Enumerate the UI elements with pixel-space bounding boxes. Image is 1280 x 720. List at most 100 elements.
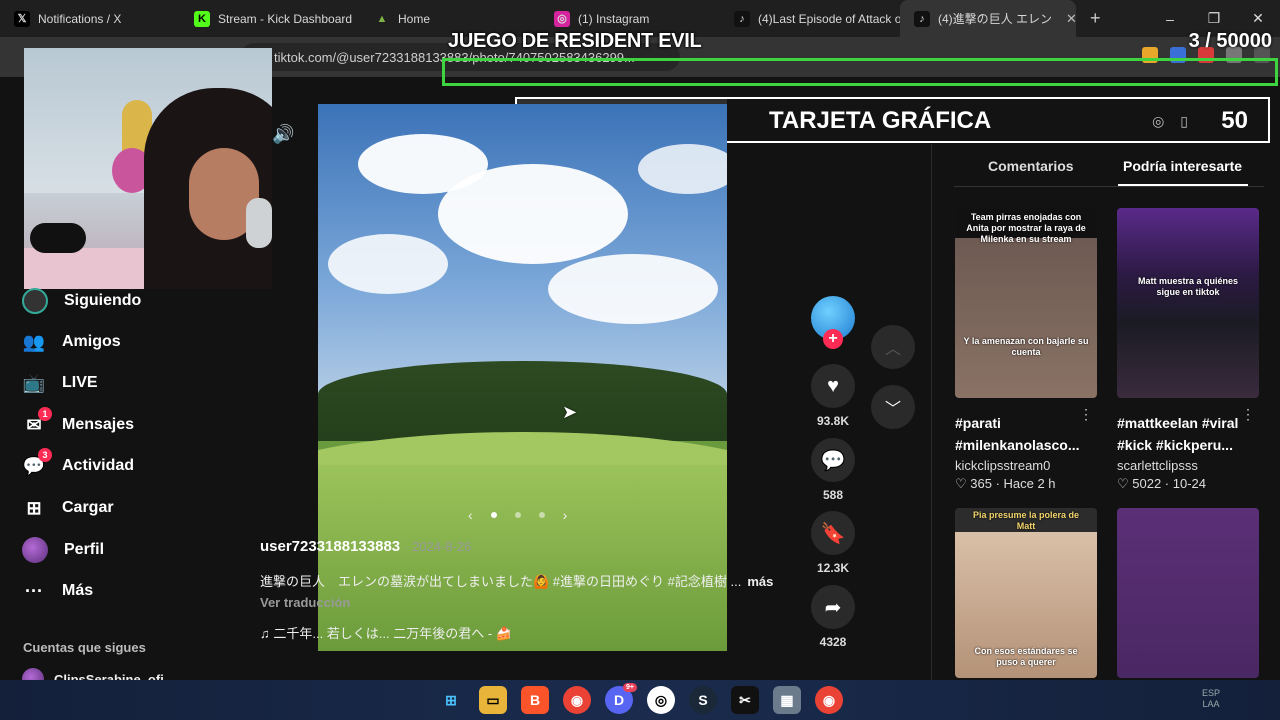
following-section-title: Cuentas que sigues	[23, 640, 146, 655]
card-username[interactable]: kickclipsstream0	[955, 458, 1097, 473]
prev-photo-icon[interactable]: ‹	[468, 507, 473, 523]
chrome-icon[interactable]: ◉	[815, 686, 843, 714]
card-username[interactable]: scarlettclipsss	[1117, 458, 1259, 473]
suggested-video-card[interactable]: Matt muestra a quiénes sigue en tiktok ⋮…	[1117, 208, 1259, 492]
suggested-video-card[interactable]: Team pirras enojadas con Anita por mostr…	[955, 208, 1097, 492]
card-title[interactable]: #mattkeelan #viral #kick #kickperu...	[1117, 412, 1259, 456]
sidebar-item-siguiendo[interactable]: Siguiendo	[22, 288, 141, 314]
carousel-controls: ‹ ›	[468, 507, 567, 523]
webcam-feed	[24, 48, 272, 289]
sidebar-item-mensajes[interactable]: ✉ 1 Mensajes	[22, 407, 135, 437]
microphone	[246, 198, 272, 248]
share-button[interactable]: ➦	[811, 585, 855, 629]
tab-label: (1) Instagram	[578, 11, 650, 26]
sidebar-item-actividad[interactable]: 💬 3 Actividad	[22, 448, 135, 478]
capcut-icon[interactable]: ✂	[731, 686, 759, 714]
active-tab-indicator	[1118, 184, 1248, 186]
next-photo-icon[interactable]: ›	[563, 507, 568, 523]
x-logo-icon: 𝕏	[14, 10, 30, 27]
sidebar-item-cargar[interactable]: ⊞ Cargar	[22, 496, 113, 520]
thumbnail-subtitle: Con esos estándares se puso a querer	[974, 646, 1078, 668]
cloud	[328, 234, 448, 294]
system-tray[interactable]: ESP LAA	[1202, 688, 1220, 710]
mouse-cursor-icon: ➤	[562, 402, 578, 422]
sidebar-item-label: Mensajes	[62, 416, 135, 433]
more-options-icon[interactable]: ⋮	[1241, 406, 1255, 423]
discord-icon[interactable]: D 9+	[605, 683, 637, 714]
tab-comentarios[interactable]: Comentarios	[988, 158, 1074, 174]
comment-button[interactable]: 💬	[811, 438, 855, 482]
following-avatar-icon	[22, 288, 48, 314]
sidebar-item-amigos[interactable]: 👥 Amigos	[22, 330, 121, 354]
file-explorer-icon[interactable]: ▭	[479, 686, 507, 714]
follow-plus-icon[interactable]: +	[823, 329, 843, 349]
tab-label: Notifications / X	[38, 11, 122, 26]
carousel-dot[interactable]	[514, 512, 521, 518]
tab-notifications-x[interactable]: 𝕏 Notifications / X	[0, 0, 180, 37]
thumbnail-caption: Team pirras enojadas con Anita por mostr…	[966, 212, 1086, 244]
save-button[interactable]: 🔖	[811, 511, 855, 555]
caption-more-link[interactable]: más	[747, 574, 773, 589]
obs-icon[interactable]: ◎	[647, 686, 675, 714]
video-thumbnail[interactable]: Team pirras enojadas con Anita por mostr…	[955, 208, 1097, 398]
live-icon: 📺	[22, 372, 46, 393]
like-button[interactable]: ♥	[811, 364, 855, 408]
share-icon: ➦	[824, 596, 842, 619]
close-tab-icon[interactable]: ✕	[1060, 11, 1076, 27]
suggested-video-card[interactable]: Pia presume la polera de Matt Con esos e…	[955, 508, 1097, 678]
post-author[interactable]: user7233188133883 · 2024-8-26	[260, 538, 471, 555]
video-thumbnail[interactable]: Pia presume la polera de Matt Con esos e…	[955, 508, 1097, 678]
new-tab-button[interactable]: +	[1090, 8, 1101, 29]
sidebar-item-label: Perfil	[64, 541, 105, 558]
brave-icon[interactable]: B	[521, 686, 549, 714]
suggested-video-card[interactable]	[1117, 508, 1259, 678]
sidebar-item-perfil[interactable]: Perfil	[22, 537, 104, 563]
maximize-button[interactable]: ❐	[1192, 10, 1236, 27]
minimize-button[interactable]: –	[1148, 11, 1192, 27]
carousel-dot[interactable]	[490, 512, 497, 518]
profile-avatar-icon	[22, 537, 48, 563]
previous-video-button[interactable]: ︿	[871, 325, 915, 369]
keyboard-layout: LAA	[1202, 699, 1220, 709]
next-video-button[interactable]: ﹀	[871, 385, 915, 429]
volume-icon[interactable]: 🔊	[272, 124, 294, 145]
more-options-icon[interactable]: ⋮	[1079, 406, 1093, 423]
home-leaf-icon: ▲	[376, 12, 388, 25]
post-photo[interactable]: ‹ ›	[318, 104, 727, 651]
cloud	[638, 144, 727, 194]
instagram-logo-icon: ◎	[554, 10, 570, 27]
tab-label: (4)進撃の巨人 エレン	[938, 12, 1053, 26]
calculator-icon[interactable]: ▦	[773, 686, 801, 714]
sidebar-item-label: Más	[62, 582, 94, 599]
music-link[interactable]: ♫ 二千年... 若しくは... 二万年後の君へ - 🍰	[260, 623, 512, 642]
like-count: 93.8K	[816, 414, 850, 428]
tab-label: Home	[398, 11, 431, 26]
translate-link[interactable]: Ver traducción	[260, 595, 350, 610]
post-date: · 2024-8-26	[404, 539, 472, 554]
goal-title: TARJETA GRÁFICA	[769, 107, 992, 134]
tab-tiktok-active[interactable]: ♪ (4)進撃の巨人 エレン ✕	[900, 0, 1076, 37]
steam-icon[interactable]: S	[689, 686, 717, 714]
sidebar-item-label: Actividad	[62, 457, 135, 474]
goal-icons: ◎ ▯	[1152, 113, 1188, 130]
tab-podria-interesarte[interactable]: Podría interesarte	[1123, 158, 1242, 174]
close-window-button[interactable]: ✕	[1236, 10, 1280, 27]
tab-tiktok-attack[interactable]: ♪ (4)Last Episode of Attack o	[720, 0, 900, 37]
thumbnail-caption: Matt muestra a quiénes sigue en tiktok	[1137, 276, 1239, 297]
phone-icon: ▯	[1180, 113, 1188, 129]
video-thumbnail[interactable]: Matt muestra a quiénes sigue en tiktok	[1117, 208, 1259, 398]
notification-badge: 3	[38, 448, 52, 462]
chrome-icon[interactable]: ◉	[563, 686, 591, 714]
webcam-bed	[24, 248, 154, 289]
tab-kick-dashboard[interactable]: K Stream - Kick Dashboard	[180, 0, 360, 37]
card-title[interactable]: #parati #milenkanolasco...	[955, 412, 1097, 456]
comment-count: 588	[822, 488, 844, 502]
carousel-dot[interactable]	[538, 512, 545, 518]
video-thumbnail[interactable]	[1117, 508, 1259, 678]
photo-trees	[318, 361, 727, 442]
cloud	[548, 254, 718, 324]
compass-icon: ◎	[1152, 113, 1165, 129]
start-icon[interactable]: ⊞	[437, 686, 465, 714]
sidebar-item-mas[interactable]: ··· Más	[22, 579, 93, 603]
sidebar-item-live[interactable]: 📺 LIVE	[22, 371, 98, 395]
